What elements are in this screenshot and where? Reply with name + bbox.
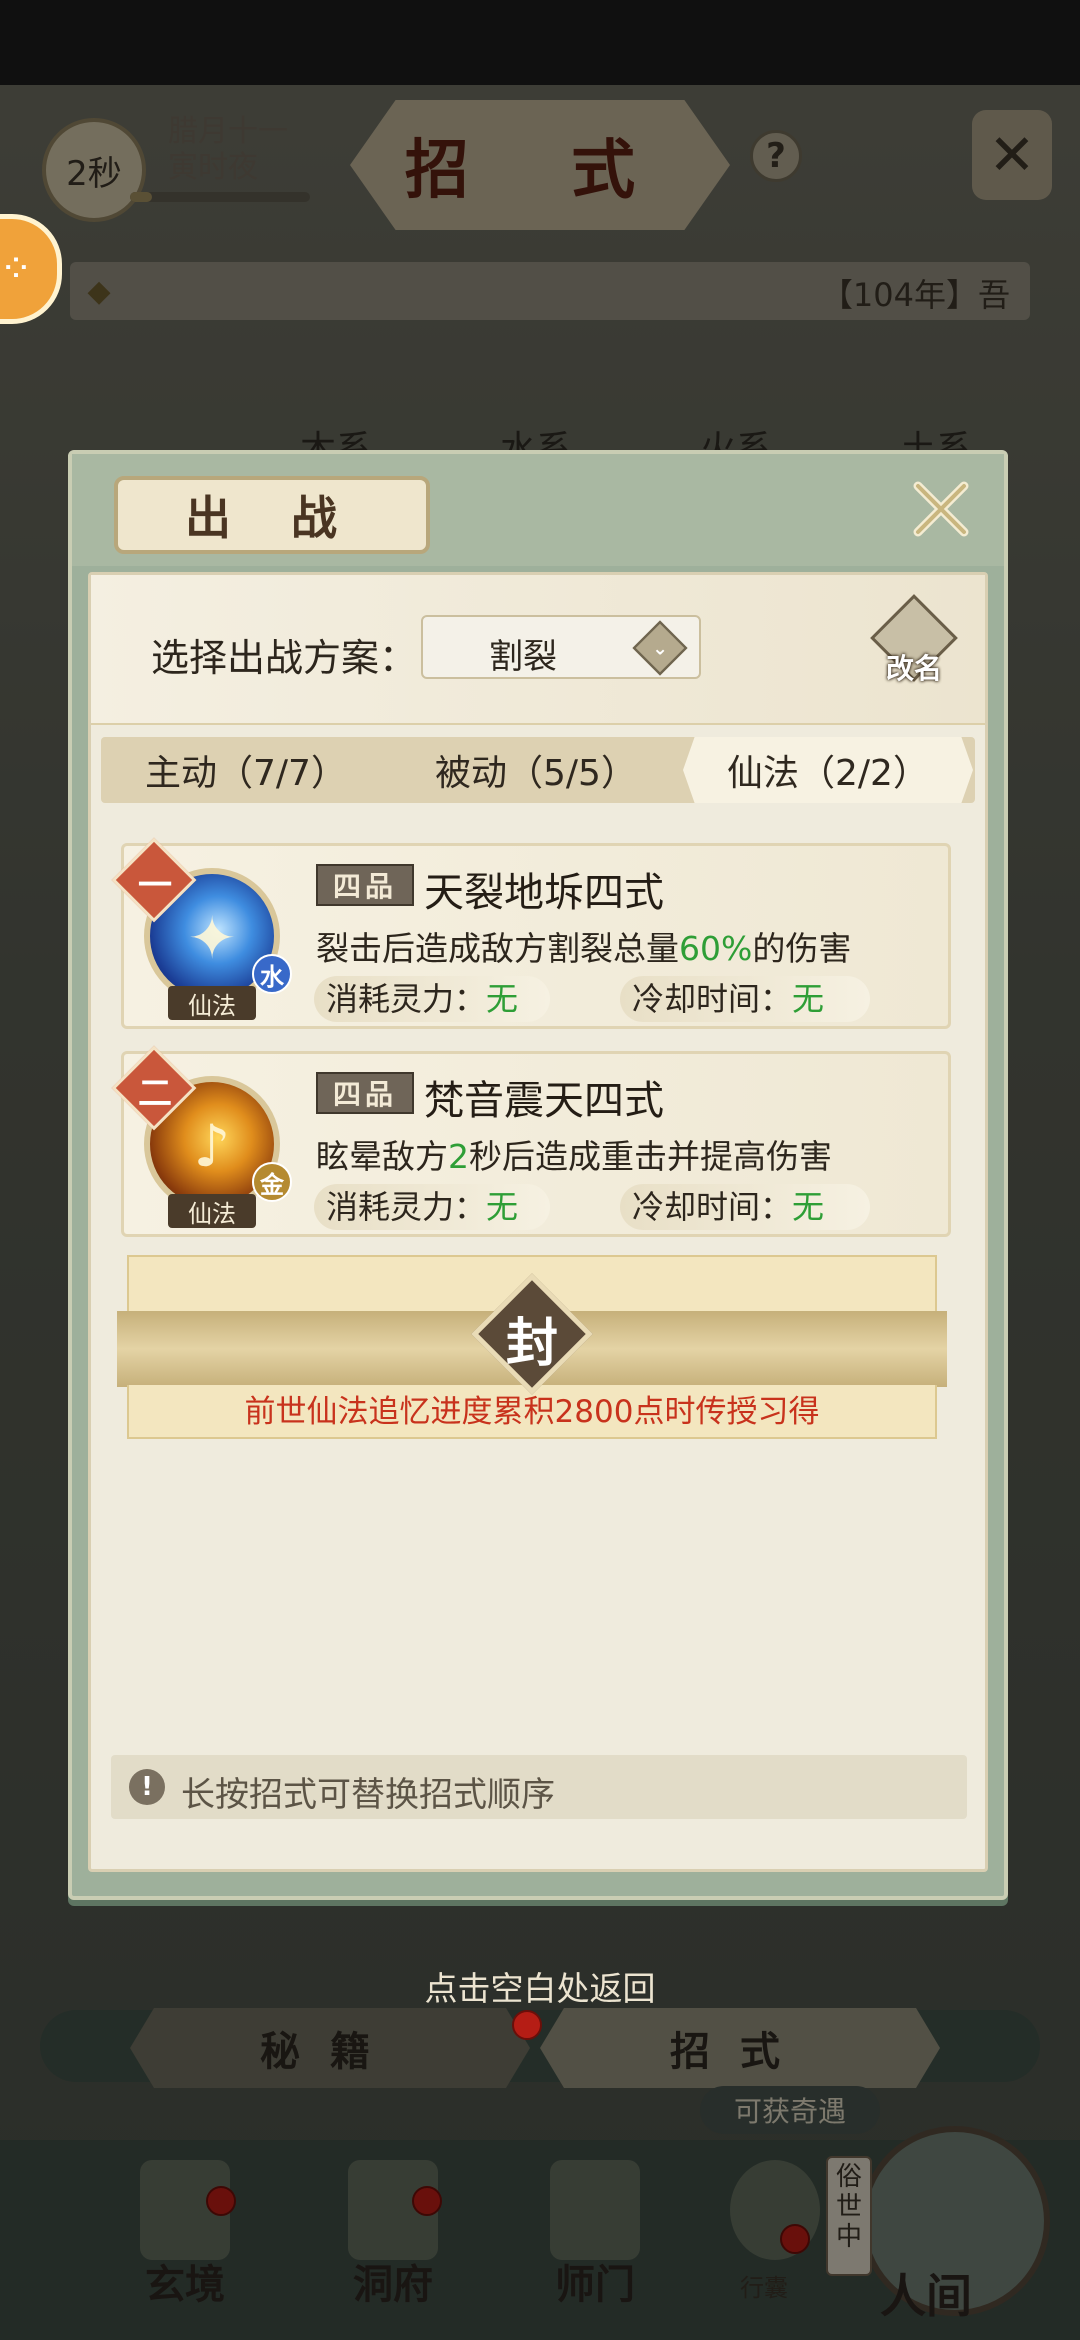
rename-button[interactable]: 改名 bbox=[869, 594, 959, 693]
return-hint: 点击空白处返回 bbox=[424, 1969, 656, 2008]
skill-card[interactable]: 一 ✦ 水 仙法 四品 天裂地坼四式 裂击后造成敌方割裂总量60%的伤害 消耗灵… bbox=[111, 837, 951, 1029]
modal-title: 出 战 bbox=[114, 476, 430, 554]
skill-description: 眩晕敌方2秒后造成重击并提高伤害 bbox=[316, 1137, 832, 1176]
spirit-cost: 消耗灵力：无 bbox=[314, 1184, 550, 1230]
element-badge: 水 bbox=[252, 954, 292, 994]
skill-type-tabs: 主动（7/7） 被动（5/5） 仙法（2/2） bbox=[101, 737, 975, 803]
cooldown-time: 冷却时间：无 bbox=[620, 1184, 870, 1230]
skill-card[interactable]: 二 ♪ 金 仙法 四品 梵音震天四式 眩晕敌方2秒后造成重击并提高伤害 消耗灵力… bbox=[111, 1045, 951, 1237]
grade-tag: 四品 bbox=[316, 1072, 414, 1114]
modal-header: 出 战 bbox=[72, 454, 1004, 566]
close-icon[interactable] bbox=[906, 474, 976, 544]
skill-type-tag: 仙法 bbox=[168, 986, 256, 1020]
tab-passive-skills[interactable]: 被动（5/5） bbox=[391, 737, 681, 803]
element-badge: 金 bbox=[252, 1162, 292, 1202]
tip-bar: ! 长按招式可替换招式顺序 bbox=[111, 1755, 967, 1819]
sealed-skill-slot[interactable]: 封 前世仙法追忆进度累积2800点时传授习得 bbox=[117, 1255, 947, 1445]
exclamation-icon: ! bbox=[129, 1769, 165, 1805]
tab-active-skills[interactable]: 主动（7/7） bbox=[101, 737, 391, 803]
tip-text: 长按招式可替换招式顺序 bbox=[181, 1775, 555, 1815]
skill-name: 天裂地坼四式 bbox=[424, 870, 664, 916]
notification-dot bbox=[512, 2010, 542, 2040]
tab-immortal-arts[interactable]: 仙法（2/2） bbox=[683, 737, 973, 803]
scheme-dropdown[interactable]: 割裂 ⌄ bbox=[421, 615, 701, 679]
chevron-down-icon: ⌄ bbox=[632, 620, 688, 676]
scheme-label: 选择出战方案： bbox=[151, 636, 418, 680]
cooldown-time: 冷却时间：无 bbox=[620, 976, 870, 1022]
scheme-value: 割裂 bbox=[489, 637, 557, 677]
skill-description: 裂击后造成敌方割裂总量60%的伤害 bbox=[316, 929, 852, 968]
spirit-cost: 消耗灵力：无 bbox=[314, 976, 550, 1022]
skill-name: 梵音震天四式 bbox=[424, 1078, 664, 1124]
grade-tag: 四品 bbox=[316, 864, 414, 906]
modal-body: 选择出战方案： 割裂 ⌄ 改名 主动（7/7） 被动（5/5） 仙法（2/2） … bbox=[88, 572, 988, 1872]
deploy-modal: 出 战 选择出战方案： 割裂 ⌄ 改名 主动（7/7） 被动（5/5） 仙法（2… bbox=[68, 450, 1008, 1900]
skill-type-tag: 仙法 bbox=[168, 1194, 256, 1228]
scheme-row: 选择出战方案： 割裂 ⌄ 改名 bbox=[91, 575, 985, 725]
